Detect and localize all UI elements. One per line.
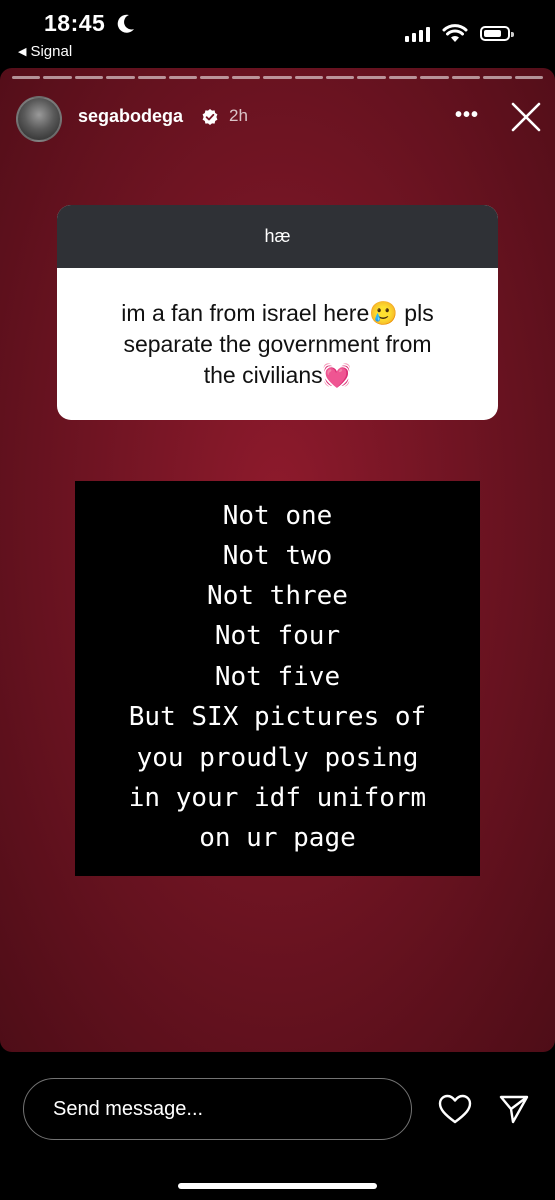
progress-segment <box>137 76 167 79</box>
story-progress-bar <box>12 76 543 79</box>
question-line: im a fan from israel here🥲 pls <box>121 299 434 326</box>
quote-line: But SIX pictures of <box>128 702 427 732</box>
progress-segment <box>231 76 261 79</box>
progress-segment <box>357 76 386 79</box>
username[interactable]: segabodega <box>78 106 183 127</box>
progress-segment <box>43 76 72 79</box>
progress-segment <box>12 76 41 79</box>
post-time: 2h <box>229 106 248 125</box>
progress-segment <box>169 76 198 79</box>
quote-line: you proudly posing <box>136 743 419 773</box>
back-to-app-button[interactable]: ◀ Signal <box>18 43 72 60</box>
quote-line: Not three <box>207 581 348 611</box>
quote-line: Not one <box>222 501 333 531</box>
more-options-icon[interactable]: ••• <box>455 104 479 127</box>
question-text: im a fan from israel here🥲 pls separate … <box>57 268 498 420</box>
quote-line: on ur page <box>199 823 356 853</box>
story-view[interactable]: segabodega 2h ••• hæ im a fan from israe… <box>0 68 555 1052</box>
avatar[interactable] <box>16 96 62 142</box>
quote-line: Not five <box>214 662 341 692</box>
heart-icon[interactable] <box>438 1094 472 1124</box>
progress-segment <box>294 76 324 79</box>
back-arrow-icon: ◀ <box>18 46 27 58</box>
send-message-placeholder: Send message... <box>53 1098 204 1120</box>
progress-segment <box>200 76 229 79</box>
question-sticker[interactable]: hæ im a fan from israel here🥲 pls separa… <box>57 205 498 420</box>
question-line: separate the government from <box>123 330 432 357</box>
progress-segment <box>388 76 418 79</box>
status-bar: 18:45 ◀ Signal <box>0 0 555 66</box>
quote-line: in your idf uniform <box>128 783 427 813</box>
progress-segment <box>326 76 355 79</box>
verified-badge-icon <box>202 109 218 125</box>
progress-segment <box>106 76 135 79</box>
moon-icon <box>117 14 134 33</box>
quote-line: Not two <box>222 541 333 571</box>
progress-segment <box>74 76 104 79</box>
story-header: segabodega 2h ••• <box>0 96 555 144</box>
progress-segment <box>263 76 292 79</box>
progress-segment <box>451 76 481 79</box>
close-icon[interactable] <box>509 100 543 134</box>
clock: 18:45 <box>44 10 106 36</box>
send-icon[interactable] <box>498 1093 530 1125</box>
text-image-box: Not one Not two Not three Not four Not f… <box>75 481 480 876</box>
cellular-signal-icon <box>405 27 430 42</box>
wifi-icon <box>442 24 468 42</box>
back-app-label: Signal <box>30 43 73 60</box>
progress-segment <box>483 76 512 79</box>
progress-segment <box>514 76 543 79</box>
send-message-input[interactable]: Send message... <box>23 1078 412 1140</box>
home-indicator[interactable] <box>178 1183 377 1189</box>
question-header: hæ <box>57 205 498 268</box>
progress-segment <box>420 76 449 79</box>
battery-icon <box>480 26 514 41</box>
question-line: the civilians💓 <box>203 361 352 388</box>
quote-line: Not four <box>214 621 341 651</box>
